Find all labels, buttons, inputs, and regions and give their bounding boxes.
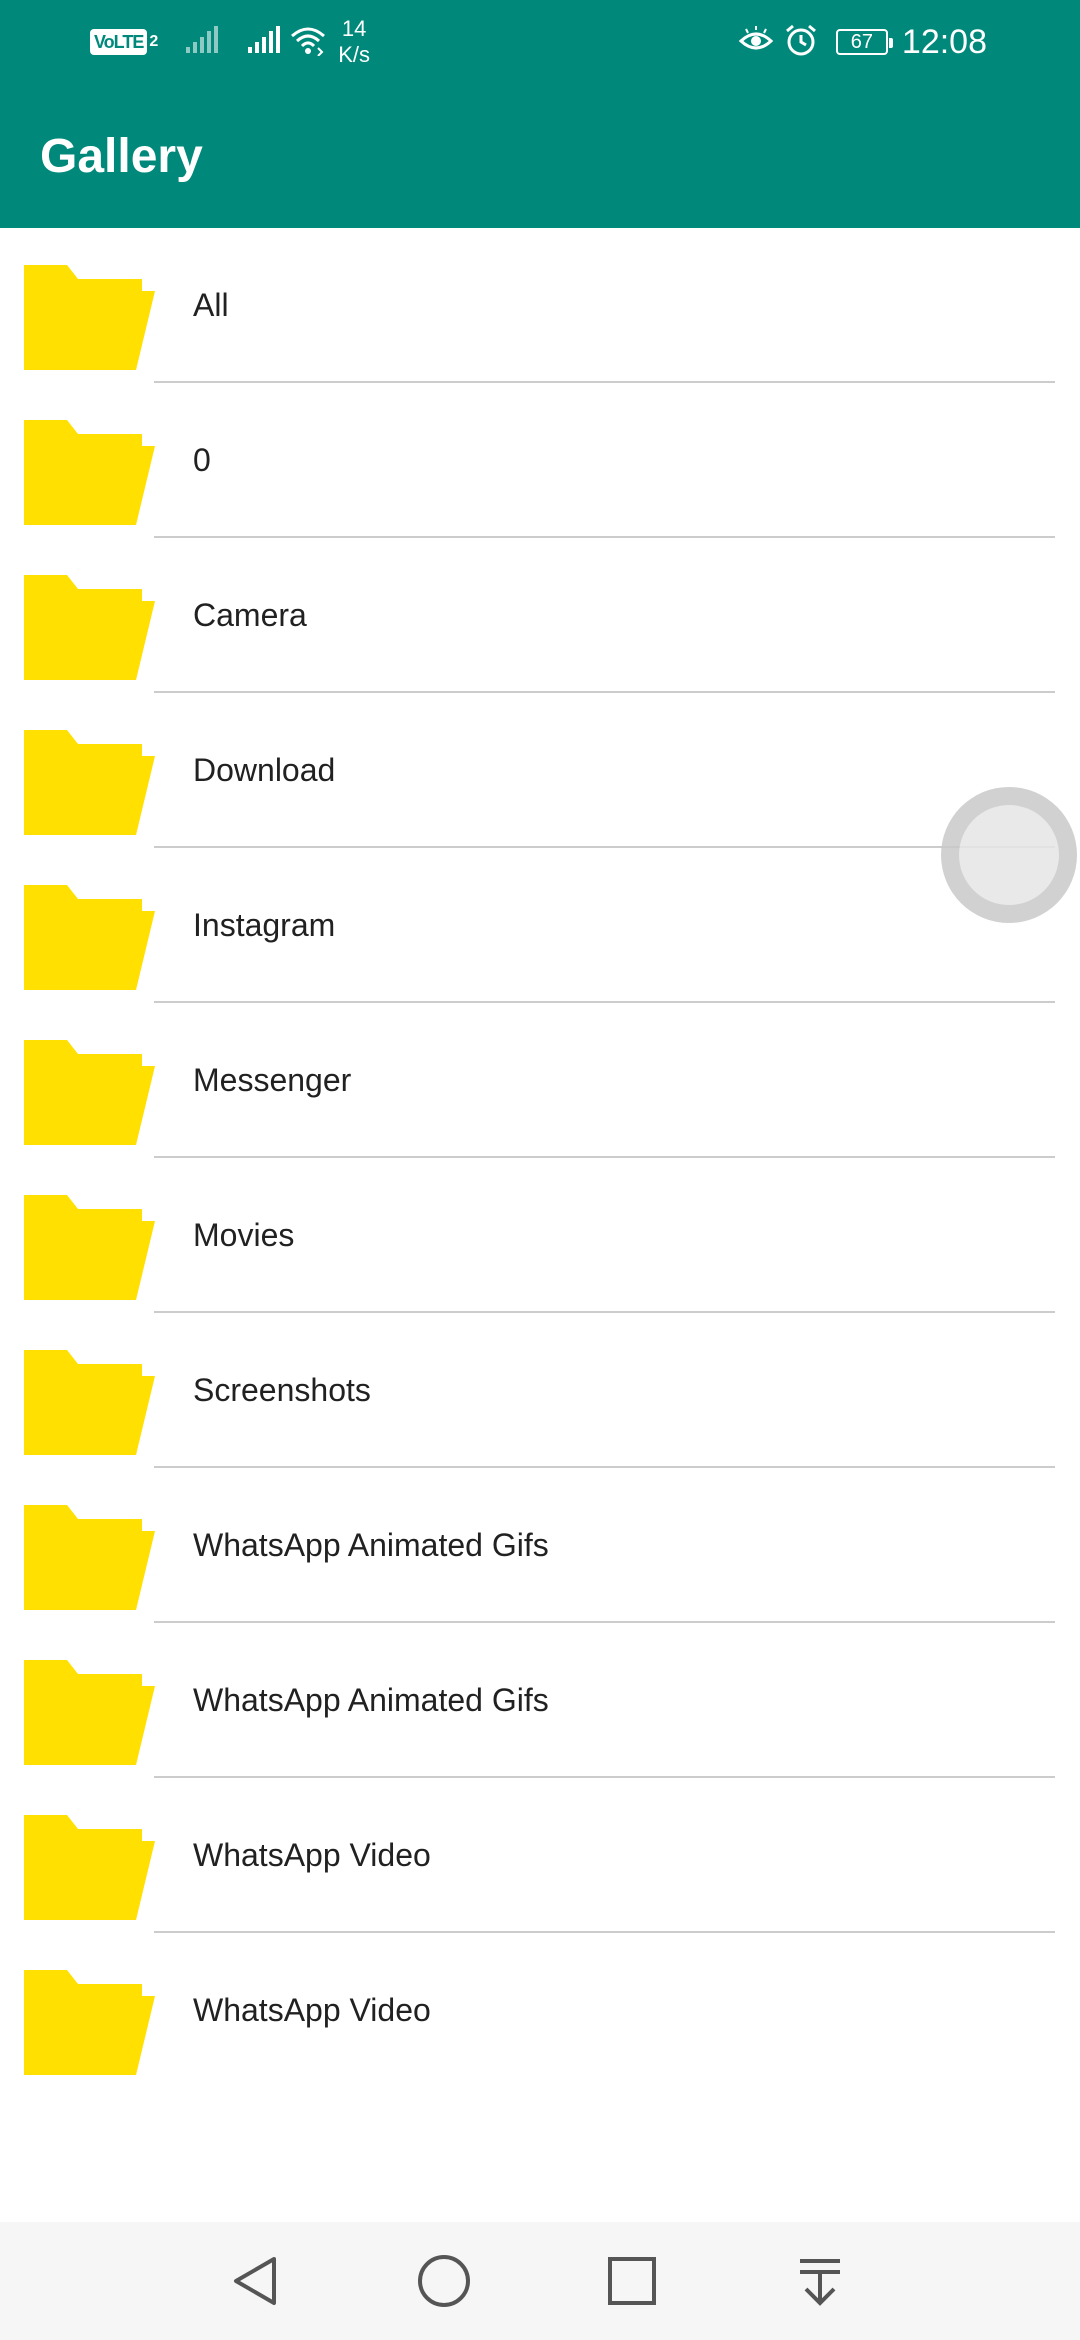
battery-icon: 67 (835, 29, 893, 55)
folder-icon (24, 1660, 155, 1765)
volte-badge: VoLTE (90, 29, 148, 55)
back-icon[interactable] (216, 2241, 296, 2321)
notification-pull-icon[interactable] (780, 2241, 860, 2321)
folder-label: Instagram (193, 907, 336, 943)
system-nav-bar (0, 2222, 1080, 2340)
folder-row-instagram[interactable]: Instagram (0, 848, 1080, 1003)
folder-label: Camera (193, 597, 307, 633)
folder-label: Screenshots (193, 1372, 371, 1408)
assistive-touch-inner (959, 805, 1059, 905)
network-speed-unit: K/s (338, 42, 371, 67)
folder-label: WhatsApp Animated Gifs (193, 1527, 549, 1563)
folder-row-all[interactable]: All (0, 228, 1080, 383)
volte-sim-number: 2 (149, 33, 159, 50)
folder-icon (24, 885, 155, 990)
folder-label: WhatsApp Video (193, 1837, 431, 1873)
assistive-touch-button[interactable] (941, 787, 1077, 923)
folder-row-whatsapp-animated-gifs-2[interactable]: WhatsApp Animated Gifs (0, 1623, 1080, 1778)
folder-icon (24, 1815, 155, 1920)
folder-row-whatsapp-video[interactable]: WhatsApp Video (0, 1778, 1080, 1933)
status-bar: VoLTE 2 14 K/s 67 12:08 (0, 0, 1080, 84)
battery-level: 67 (850, 30, 874, 53)
folder-icon (24, 1195, 155, 1300)
network-speed-value: 14 (341, 16, 367, 41)
signal-1-icon (184, 25, 220, 60)
home-icon[interactable] (404, 2241, 484, 2321)
folder-label: Download (193, 752, 336, 788)
eye-comfort-icon (738, 25, 774, 60)
app-bar: Gallery (0, 84, 1080, 228)
folder-row-camera[interactable]: Camera (0, 538, 1080, 693)
folder-icon (24, 420, 155, 525)
network-speed: 14 K/s (338, 16, 370, 68)
folder-label: 0 (193, 442, 211, 478)
status-clock: 12:08 (901, 22, 987, 61)
folder-icon (24, 1505, 155, 1610)
folder-list: All 0 Camera Download Instagram Messenge… (0, 228, 1080, 2088)
folder-label: Movies (193, 1217, 295, 1253)
folder-label: WhatsApp Video (193, 1992, 431, 2028)
folder-label: Messenger (193, 1062, 352, 1098)
recents-icon[interactable] (592, 2241, 672, 2321)
folder-row-whatsapp-animated-gifs[interactable]: WhatsApp Animated Gifs (0, 1468, 1080, 1623)
folder-icon (24, 1970, 155, 2075)
folder-icon (24, 1040, 155, 1145)
folder-label: All (193, 287, 229, 323)
folder-label: WhatsApp Animated Gifs (193, 1682, 549, 1718)
folder-row-screenshots[interactable]: Screenshots (0, 1313, 1080, 1468)
signal-2-icon (246, 25, 282, 60)
folder-icon (24, 1350, 155, 1455)
page-title: Gallery (40, 129, 203, 183)
folder-icon (24, 575, 155, 680)
folder-icon (24, 730, 155, 835)
folder-row-0[interactable]: 0 (0, 383, 1080, 538)
folder-row-download[interactable]: Download (0, 693, 1080, 848)
folder-row-messenger[interactable]: Messenger (0, 1003, 1080, 1158)
folder-icon (24, 265, 155, 370)
status-right: 67 12:08 (738, 0, 987, 84)
folder-row-whatsapp-video-2[interactable]: WhatsApp Video (0, 1933, 1080, 2088)
wifi-icon (288, 24, 328, 61)
status-left: VoLTE 2 14 K/s (90, 0, 370, 84)
alarm-icon (784, 23, 818, 62)
folder-row-movies[interactable]: Movies (0, 1158, 1080, 1313)
